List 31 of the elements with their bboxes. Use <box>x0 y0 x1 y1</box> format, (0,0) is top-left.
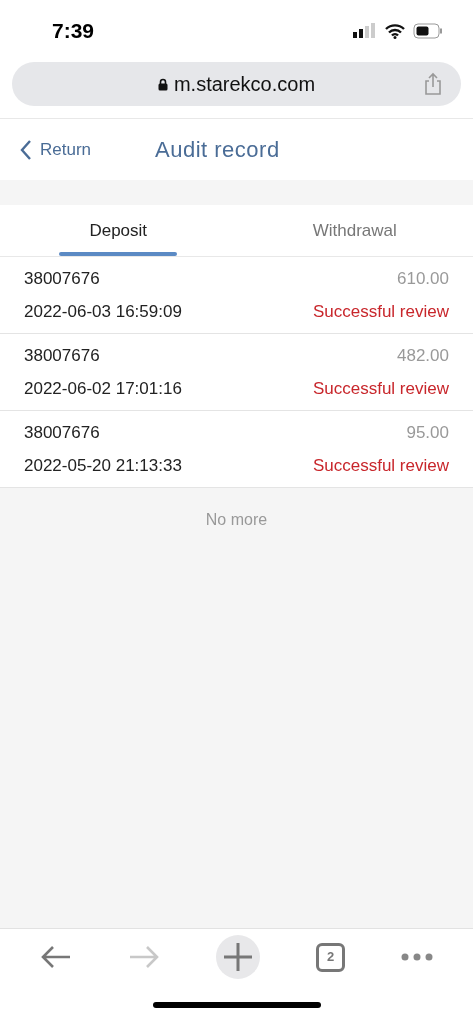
return-button[interactable]: Return <box>20 136 92 163</box>
lock-icon <box>157 77 168 91</box>
record-time: 2022-06-03 16:59:09 <box>24 300 182 323</box>
record-amount: 610.00 <box>397 268 449 290</box>
record-time: 2022-05-20 21:13:33 <box>24 454 182 477</box>
share-icon[interactable] <box>423 72 443 96</box>
wifi-icon <box>385 23 405 39</box>
signal-icon <box>353 23 377 39</box>
record-amount: 482.00 <box>397 345 449 367</box>
record-status: Successful review <box>312 377 449 400</box>
record-status: Successful review <box>312 300 449 323</box>
tab-count-button[interactable]: 2 <box>316 942 345 972</box>
tab[interactable]: Withdrawal <box>236 205 473 256</box>
record-status: Successful review <box>312 454 449 477</box>
record-id: 38007676 <box>24 345 100 367</box>
record-time: 2022-06-02 17:01:16 <box>24 377 182 400</box>
record-amount: 95.00 <box>406 422 449 444</box>
status-time: 7:39 <box>52 18 95 45</box>
address-bar[interactable]: m.starekco.com <box>12 62 461 106</box>
back-arrow-icon[interactable] <box>40 944 72 970</box>
plus-icon <box>223 942 253 972</box>
no-more-text: No more <box>205 510 268 530</box>
page-title: Audit record <box>155 136 280 164</box>
record-id: 38007676 <box>24 422 100 444</box>
url-text: m.starekco.com <box>173 72 316 97</box>
more-icon[interactable] <box>401 952 433 962</box>
record-id: 38007676 <box>24 268 100 290</box>
tab[interactable]: Deposit <box>0 205 237 256</box>
battery-icon <box>413 23 443 39</box>
back-chevron-icon <box>20 138 32 161</box>
new-tab-button[interactable] <box>216 935 260 979</box>
